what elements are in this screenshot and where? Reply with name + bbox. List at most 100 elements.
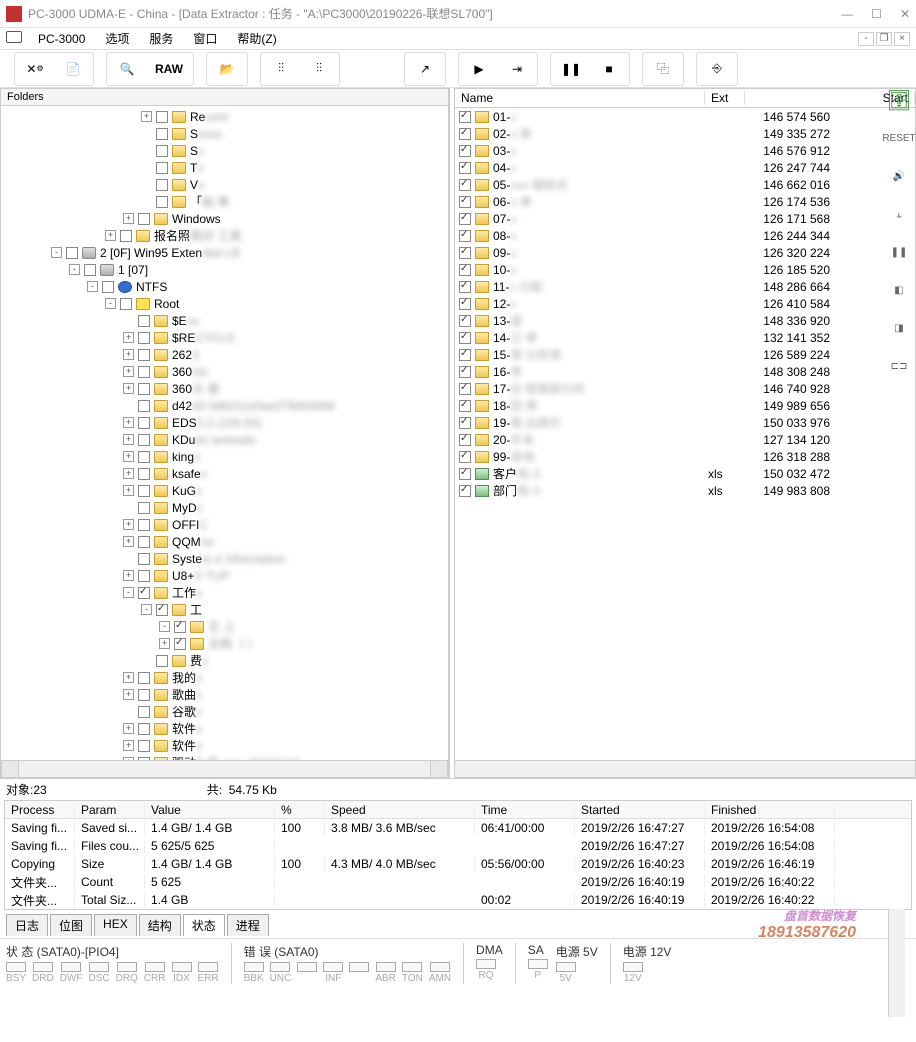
ph-process[interactable]: Process [5,803,75,817]
list-row[interactable]: 06-x 单 126 174 536 [455,193,915,210]
expand-toggle[interactable]: + [123,366,134,377]
tree-row[interactable]: +Windows [1,210,448,227]
tree-checkbox[interactable] [102,281,114,293]
menu-help[interactable]: 帮助(Z) [229,28,284,49]
list-row[interactable]: 05-xxx 端核对 146 662 016 [455,176,915,193]
tool-raw[interactable]: RAW [147,55,191,83]
tree-row[interactable]: -NTFS [1,278,448,295]
tree-checkbox[interactable] [138,349,150,361]
tree-row[interactable]: 谷歌x [1,703,448,720]
tool-play[interactable]: ▶ [461,55,497,83]
expand-toggle[interactable]: + [123,485,134,496]
tree-row[interactable]: +歌曲x [1,686,448,703]
tab-进程[interactable]: 进程 [227,914,269,936]
expand-toggle[interactable]: + [123,536,134,547]
expand-toggle[interactable]: + [123,417,134,428]
ph-time[interactable]: Time [475,803,575,817]
tree-row[interactable]: +262 3 [1,346,448,363]
progress-vscrollbar[interactable] [888,909,905,1017]
tree-row[interactable]: Vx [1,176,448,193]
tree-row[interactable]: -工 [1,601,448,618]
expand-toggle[interactable]: + [123,570,134,581]
list-row[interactable]: 部门档 S xls 149 983 808 [455,482,915,499]
tree-row[interactable]: - 文 上 [1,618,448,635]
tool-export[interactable]: ↗ [407,55,443,83]
expand-toggle[interactable]: + [123,332,134,343]
expand-toggle[interactable]: + [123,213,134,224]
tab-位图[interactable]: 位图 [50,914,92,936]
tree-checkbox[interactable] [138,740,150,752]
tree-checkbox[interactable] [138,315,150,327]
expand-toggle[interactable]: + [123,451,134,462]
ph-finished[interactable]: Finished [705,803,835,817]
list-row[interactable]: 16-考 148 308 248 [455,363,915,380]
tool-arrange-2[interactable]: ⫶⫶ [301,55,337,83]
tree-row[interactable]: +U8+V TUP [1,567,448,584]
tree-row[interactable]: -工作x [1,584,448,601]
list-row[interactable]: 02-x 单 149 335 272 [455,125,915,142]
row-checkbox[interactable] [459,332,471,344]
expand-toggle[interactable]: - [141,604,152,615]
expand-toggle[interactable]: + [105,230,116,241]
expand-toggle[interactable]: + [141,111,152,122]
tree-checkbox[interactable] [156,111,168,123]
tree-checkbox[interactable] [174,638,186,650]
list-row[interactable]: 04-x 126 247 744 [455,159,915,176]
tree-checkbox[interactable] [138,519,150,531]
list-row[interactable]: 20-年末 127 134 120 [455,431,915,448]
progress-row[interactable]: 文件夹...Count5 6252019/2/26 16:40:192019/2… [5,873,911,891]
minimize-button[interactable]: — [841,7,853,21]
file-list[interactable]: 01-x 146 574 560 02-x 单 149 335 272 03-x… [454,108,916,761]
col-ext[interactable]: Ext [705,91,745,105]
row-checkbox[interactable] [459,111,471,123]
tree-checkbox[interactable] [156,145,168,157]
row-checkbox[interactable] [459,247,471,259]
tool-arrange-1[interactable]: ⫶⫶ [263,55,299,83]
tool-pause[interactable]: ❚❚ [553,55,589,83]
list-header[interactable]: Name Ext Start [454,88,916,108]
tree-row[interactable]: +驱动 P 系 nsx_20161124 [1,754,448,761]
list-row[interactable]: 01-x 146 574 560 [455,108,915,125]
list-row[interactable]: 客户档 S xls 150 032 472 [455,465,915,482]
expand-toggle[interactable]: + [123,672,134,683]
ph-value[interactable]: Value [145,803,275,817]
tree-checkbox[interactable] [84,264,96,276]
tree-checkbox[interactable] [156,655,168,667]
expand-toggle[interactable]: + [123,519,134,530]
ph-param[interactable]: Param [75,803,145,817]
tree-row[interactable]: Tx [1,159,448,176]
row-checkbox[interactable] [459,366,471,378]
list-row[interactable]: 10-x 126 185 520 [455,261,915,278]
tree-checkbox[interactable] [138,366,150,378]
tree-checkbox[interactable] [138,706,150,718]
tree-row[interactable]: 费x [1,652,448,669]
tree-row[interactable]: +$RECYCLE [1,329,448,346]
ph-started[interactable]: Started [575,803,705,817]
list-row[interactable]: 13-盘 148 336 920 [455,312,915,329]
tree-checkbox[interactable] [138,553,150,565]
tree-checkbox[interactable] [138,383,150,395]
list-row[interactable]: 17-应 款账龄分析 146 740 928 [455,380,915,397]
tree-row[interactable]: +Recent [1,108,448,125]
tree-row[interactable]: + 文档（ ） [1,635,448,652]
mdi-close[interactable]: × [894,32,910,46]
tool-folder-open[interactable]: 📂 [209,55,245,83]
row-checkbox[interactable] [459,383,471,395]
tree-checkbox[interactable] [138,485,150,497]
tree-row[interactable]: System e Information [1,550,448,567]
tree-row[interactable]: +软件x [1,737,448,754]
tool-document[interactable]: 📄 [55,55,91,83]
expand-toggle[interactable]: + [123,434,134,445]
list-hscrollbar[interactable] [454,761,916,778]
expand-toggle[interactable]: - [123,587,134,598]
tool-settings[interactable]: ✕⚙ [17,55,53,83]
menu-options[interactable]: 选项 [97,28,137,49]
row-checkbox[interactable] [459,230,471,242]
list-row[interactable]: 15-营 分析表 126 589 224 [455,346,915,363]
list-row[interactable]: 07-x 126 171 568 [455,210,915,227]
tab-HEX[interactable]: HEX [94,914,137,936]
tool-exit[interactable]: ⎆ [699,55,735,83]
tree-checkbox[interactable] [138,434,150,446]
tree-checkbox[interactable] [120,298,132,310]
row-checkbox[interactable] [459,468,471,480]
